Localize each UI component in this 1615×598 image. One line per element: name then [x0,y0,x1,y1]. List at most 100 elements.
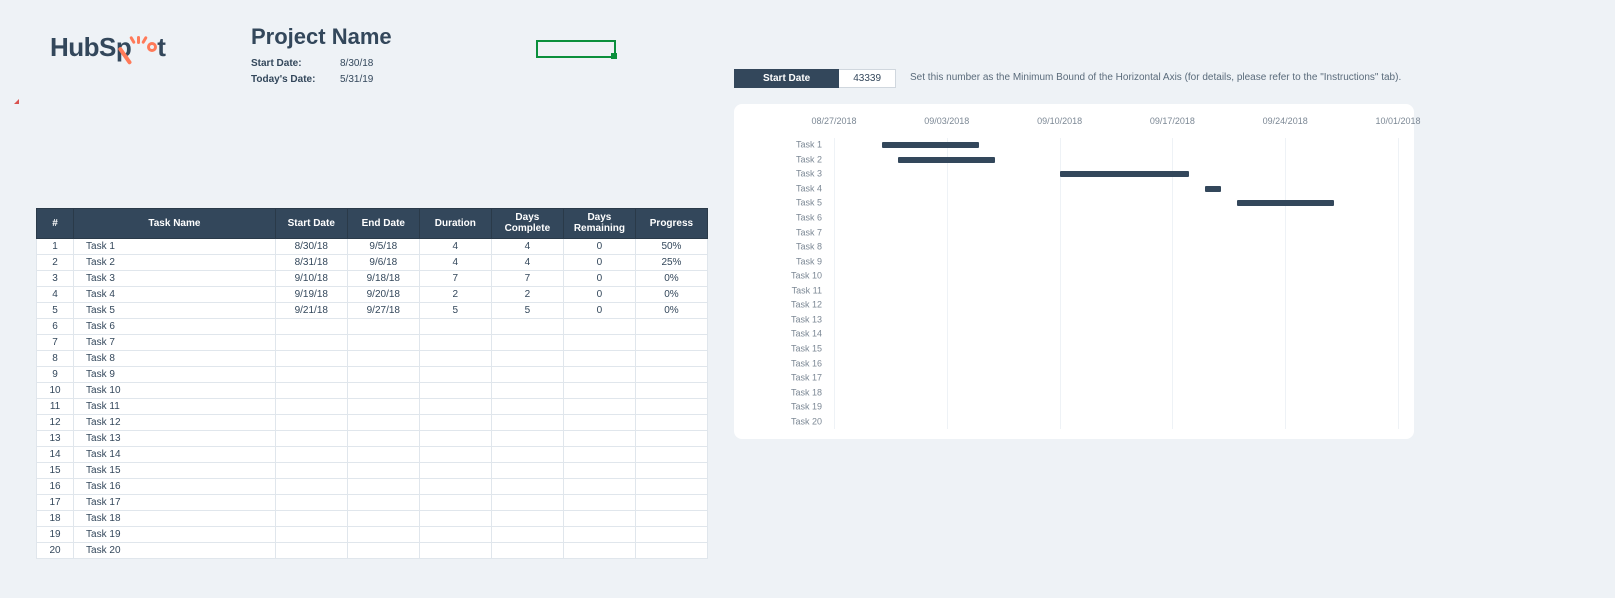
td-days-complete[interactable] [491,495,563,511]
gantt-bar[interactable] [898,157,995,163]
td-duration[interactable] [419,319,491,335]
td-duration[interactable] [419,447,491,463]
td-task-name[interactable]: Task 9 [74,367,276,383]
table-row[interactable]: 14Task 14 [37,447,708,463]
td-index[interactable]: 18 [37,511,74,527]
td-start-date[interactable] [275,511,347,527]
td-start-date[interactable] [275,351,347,367]
td-end-date[interactable] [347,479,419,495]
td-days-remaining[interactable] [563,415,635,431]
td-progress[interactable]: 0% [635,287,707,303]
td-task-name[interactable]: Task 15 [74,463,276,479]
td-days-remaining[interactable]: 0 [563,239,635,255]
td-end-date[interactable]: 9/5/18 [347,239,419,255]
table-row[interactable]: 10Task 10 [37,383,708,399]
td-start-date[interactable] [275,431,347,447]
td-start-date[interactable] [275,415,347,431]
td-task-name[interactable]: Task 14 [74,447,276,463]
td-task-name[interactable]: Task 19 [74,527,276,543]
gantt-bar[interactable] [882,142,979,148]
td-days-remaining[interactable] [563,447,635,463]
td-days-complete[interactable] [491,415,563,431]
td-days-remaining[interactable]: 0 [563,271,635,287]
td-index[interactable]: 11 [37,399,74,415]
td-task-name[interactable]: Task 5 [74,303,276,319]
td-start-date[interactable] [275,479,347,495]
td-end-date[interactable]: 9/27/18 [347,303,419,319]
td-task-name[interactable]: Task 16 [74,479,276,495]
table-row[interactable]: 19Task 19 [37,527,708,543]
td-duration[interactable] [419,351,491,367]
td-end-date[interactable] [347,383,419,399]
td-days-complete[interactable] [491,511,563,527]
td-progress[interactable]: 0% [635,303,707,319]
table-row[interactable]: 4Task 49/19/189/20/182200% [37,287,708,303]
td-days-remaining[interactable]: 0 [563,255,635,271]
table-row[interactable]: 5Task 59/21/189/27/185500% [37,303,708,319]
td-task-name[interactable]: Task 11 [74,399,276,415]
td-progress[interactable] [635,319,707,335]
td-days-complete[interactable]: 2 [491,287,563,303]
td-days-complete[interactable] [491,335,563,351]
td-days-remaining[interactable] [563,335,635,351]
table-row[interactable]: 6Task 6 [37,319,708,335]
td-start-date[interactable]: 9/19/18 [275,287,347,303]
td-duration[interactable] [419,511,491,527]
td-index[interactable]: 16 [37,479,74,495]
td-progress[interactable] [635,479,707,495]
td-end-date[interactable] [347,399,419,415]
td-index[interactable]: 8 [37,351,74,367]
td-days-remaining[interactable] [563,511,635,527]
td-progress[interactable] [635,335,707,351]
td-duration[interactable]: 5 [419,303,491,319]
td-end-date[interactable] [347,463,419,479]
td-end-date[interactable] [347,511,419,527]
td-end-date[interactable]: 9/20/18 [347,287,419,303]
td-days-remaining[interactable] [563,431,635,447]
td-task-name[interactable]: Task 2 [74,255,276,271]
td-days-complete[interactable] [491,383,563,399]
td-days-complete[interactable] [491,447,563,463]
td-index[interactable]: 15 [37,463,74,479]
td-days-complete[interactable]: 7 [491,271,563,287]
td-index[interactable]: 13 [37,431,74,447]
td-days-remaining[interactable] [563,479,635,495]
td-index[interactable]: 6 [37,319,74,335]
gantt-bar[interactable] [1237,200,1334,206]
td-duration[interactable]: 4 [419,239,491,255]
td-start-date[interactable] [275,367,347,383]
td-days-complete[interactable] [491,319,563,335]
td-start-date[interactable] [275,463,347,479]
td-end-date[interactable]: 9/18/18 [347,271,419,287]
td-start-date[interactable] [275,527,347,543]
td-days-remaining[interactable]: 0 [563,303,635,319]
td-task-name[interactable]: Task 7 [74,335,276,351]
td-days-complete[interactable] [491,479,563,495]
td-index[interactable]: 14 [37,447,74,463]
td-task-name[interactable]: Task 17 [74,495,276,511]
td-index[interactable]: 19 [37,527,74,543]
page-title[interactable]: Project Name [251,24,392,50]
td-start-date[interactable] [275,447,347,463]
td-days-complete[interactable] [491,367,563,383]
td-index[interactable]: 2 [37,255,74,271]
td-duration[interactable] [419,527,491,543]
td-task-name[interactable]: Task 13 [74,431,276,447]
td-progress[interactable]: 25% [635,255,707,271]
table-row[interactable]: 13Task 13 [37,431,708,447]
today-date-value[interactable]: 5/31/19 [340,74,373,85]
td-start-date[interactable] [275,335,347,351]
td-duration[interactable] [419,479,491,495]
td-index[interactable]: 5 [37,303,74,319]
table-row[interactable]: 11Task 11 [37,399,708,415]
td-days-complete[interactable]: 4 [491,239,563,255]
td-days-remaining[interactable] [563,527,635,543]
table-row[interactable]: 8Task 8 [37,351,708,367]
td-start-date[interactable]: 9/21/18 [275,303,347,319]
td-index[interactable]: 17 [37,495,74,511]
td-duration[interactable] [419,463,491,479]
td-progress[interactable]: 50% [635,239,707,255]
table-row[interactable]: 20Task 20 [37,543,708,559]
td-days-complete[interactable] [491,431,563,447]
axis-bound-value[interactable]: 43339 [839,69,896,88]
